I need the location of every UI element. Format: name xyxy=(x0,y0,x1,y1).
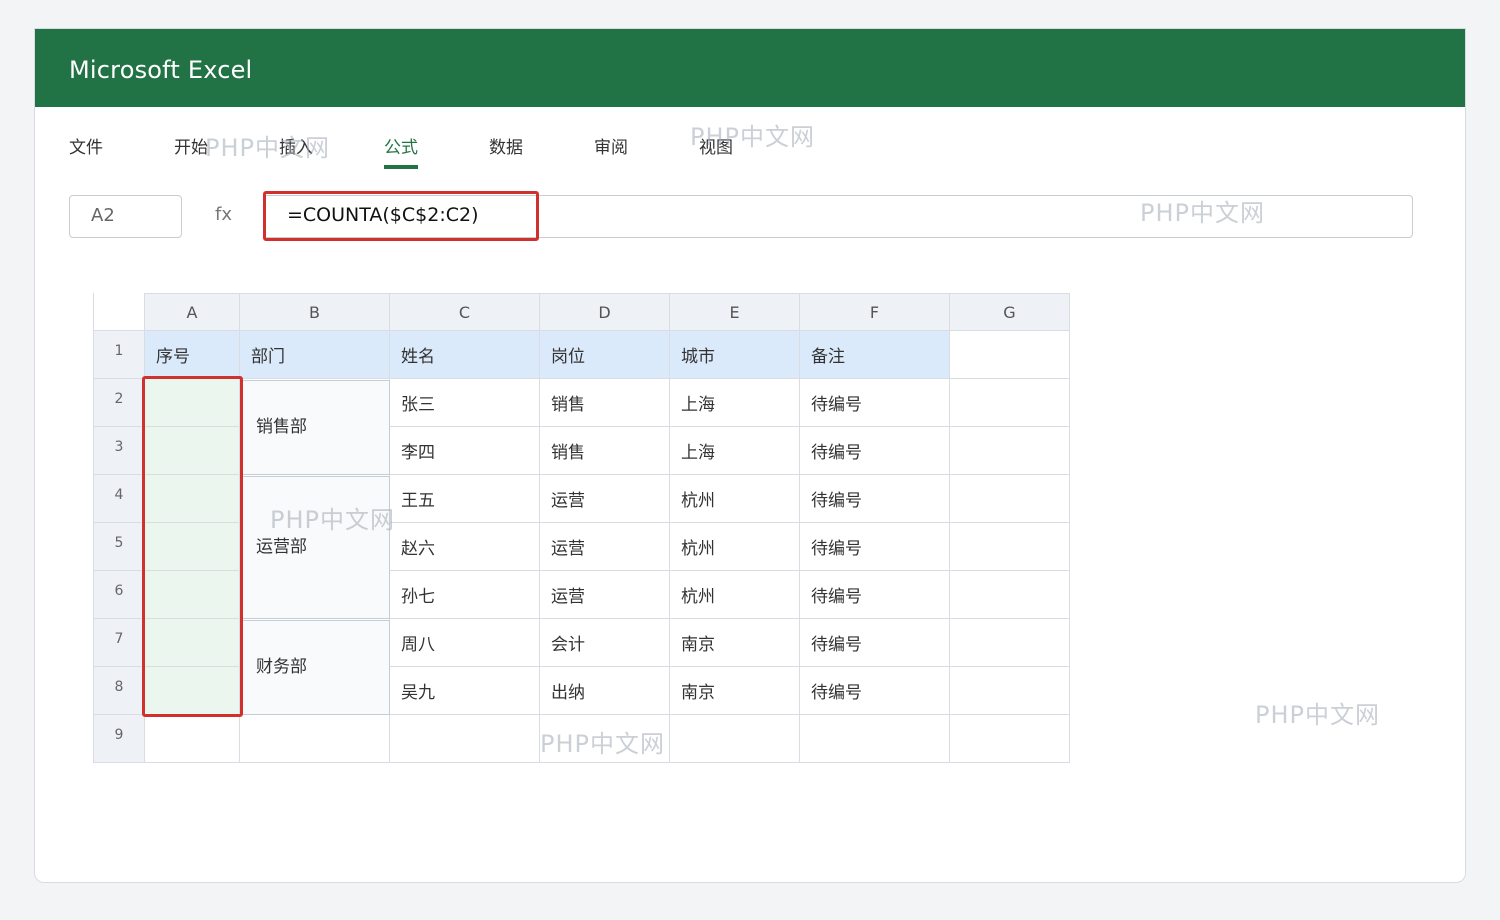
header-cell-f[interactable]: 备注 xyxy=(800,331,950,379)
cell-c7[interactable]: 周八 xyxy=(390,619,540,667)
merged-dept-cell[interactable]: 运营部 xyxy=(240,476,390,619)
header-cell-a[interactable]: 序号 xyxy=(145,331,240,379)
cell-e8[interactable]: 南京 xyxy=(670,667,800,715)
row-header-8[interactable]: 8 xyxy=(93,667,145,715)
cell-c2[interactable]: 张三 xyxy=(390,379,540,427)
cell-f5[interactable]: 待编号 xyxy=(800,523,950,571)
tab-view[interactable]: 视图 xyxy=(699,133,733,158)
excel-window: Microsoft Excel 文件 开始 插入 公式 数据 审阅 视图 A2 … xyxy=(34,28,1466,883)
cell-f3[interactable]: 待编号 xyxy=(800,427,950,475)
name-box[interactable]: A2 xyxy=(69,195,182,238)
title-bar: Microsoft Excel xyxy=(35,29,1465,107)
cell-c8[interactable]: 吴九 xyxy=(390,667,540,715)
cell-e6[interactable]: 杭州 xyxy=(670,571,800,619)
cell-d2[interactable]: 销售 xyxy=(540,379,670,427)
row-header-5[interactable]: 5 xyxy=(93,523,145,571)
tab-file[interactable]: 文件 xyxy=(69,133,103,158)
header-cell-b[interactable]: 部门 xyxy=(240,331,390,379)
row-header-6[interactable]: 6 xyxy=(93,571,145,619)
cell-c4[interactable]: 王五 xyxy=(390,475,540,523)
column-header-g[interactable]: G xyxy=(950,293,1070,331)
cell-g4[interactable] xyxy=(950,475,1070,523)
cell-g6[interactable] xyxy=(950,571,1070,619)
cell-d5[interactable]: 运营 xyxy=(540,523,670,571)
column-header-b[interactable]: B xyxy=(240,293,390,331)
column-header-f[interactable]: F xyxy=(800,293,950,331)
cell-d3[interactable]: 销售 xyxy=(540,427,670,475)
cell-f4[interactable]: 待编号 xyxy=(800,475,950,523)
formula-highlight-box xyxy=(263,191,539,241)
tab-review[interactable]: 审阅 xyxy=(594,133,628,158)
column-header-c[interactable]: C xyxy=(390,293,540,331)
fx-label: fx xyxy=(215,204,232,225)
cell-d8[interactable]: 出纳 xyxy=(540,667,670,715)
cell-e7[interactable]: 南京 xyxy=(670,619,800,667)
cell-b9[interactable] xyxy=(240,715,390,763)
cell-a9[interactable] xyxy=(145,715,240,763)
header-cell-g[interactable] xyxy=(950,331,1070,379)
cell-e2[interactable]: 上海 xyxy=(670,379,800,427)
cell-g7[interactable] xyxy=(950,619,1070,667)
cell-g8[interactable] xyxy=(950,667,1070,715)
cell-c5[interactable]: 赵六 xyxy=(390,523,540,571)
cell-c6[interactable]: 孙七 xyxy=(390,571,540,619)
selection-highlight-a2-a8 xyxy=(142,376,243,717)
cell-g2[interactable] xyxy=(950,379,1070,427)
cell-d4[interactable]: 运营 xyxy=(540,475,670,523)
tab-formulas[interactable]: 公式 xyxy=(384,133,418,169)
row-header-9[interactable]: 9 xyxy=(93,715,145,763)
row-header-4[interactable]: 4 xyxy=(93,475,145,523)
tab-insert[interactable]: 插入 xyxy=(279,133,313,158)
cell-g3[interactable] xyxy=(950,427,1070,475)
header-cell-c[interactable]: 姓名 xyxy=(390,331,540,379)
cell-d6[interactable]: 运营 xyxy=(540,571,670,619)
row-header-2[interactable]: 2 xyxy=(93,379,145,427)
tab-data[interactable]: 数据 xyxy=(489,133,523,158)
cell-e3[interactable]: 上海 xyxy=(670,427,800,475)
row-header-7[interactable]: 7 xyxy=(93,619,145,667)
cell-g5[interactable] xyxy=(950,523,1070,571)
column-header-d[interactable]: D xyxy=(540,293,670,331)
active-tab-indicator xyxy=(384,165,418,169)
cell-g9[interactable] xyxy=(950,715,1070,763)
cell-d7[interactable]: 会计 xyxy=(540,619,670,667)
cell-e4[interactable]: 杭州 xyxy=(670,475,800,523)
tab-home[interactable]: 开始 xyxy=(174,133,208,158)
header-cell-d[interactable]: 岗位 xyxy=(540,331,670,379)
cell-f8[interactable]: 待编号 xyxy=(800,667,950,715)
column-header-e[interactable]: E xyxy=(670,293,800,331)
row-header-1[interactable]: 1 xyxy=(93,331,145,379)
app-title: Microsoft Excel xyxy=(69,56,253,84)
cell-f6[interactable]: 待编号 xyxy=(800,571,950,619)
merged-dept-cell[interactable]: 销售部 xyxy=(240,380,390,475)
cell-c3[interactable]: 李四 xyxy=(390,427,540,475)
column-header-a[interactable]: A xyxy=(145,293,240,331)
cell-e9[interactable] xyxy=(670,715,800,763)
cell-d9[interactable] xyxy=(540,715,670,763)
cell-f2[interactable]: 待编号 xyxy=(800,379,950,427)
row-header-3[interactable]: 3 xyxy=(93,427,145,475)
select-all-corner[interactable] xyxy=(93,293,145,331)
cell-f9[interactable] xyxy=(800,715,950,763)
header-cell-e[interactable]: 城市 xyxy=(670,331,800,379)
tab-formulas-label: 公式 xyxy=(384,138,418,158)
cell-c9[interactable] xyxy=(390,715,540,763)
cell-e5[interactable]: 杭州 xyxy=(670,523,800,571)
cell-f7[interactable]: 待编号 xyxy=(800,619,950,667)
merged-dept-cell[interactable]: 财务部 xyxy=(240,620,390,715)
